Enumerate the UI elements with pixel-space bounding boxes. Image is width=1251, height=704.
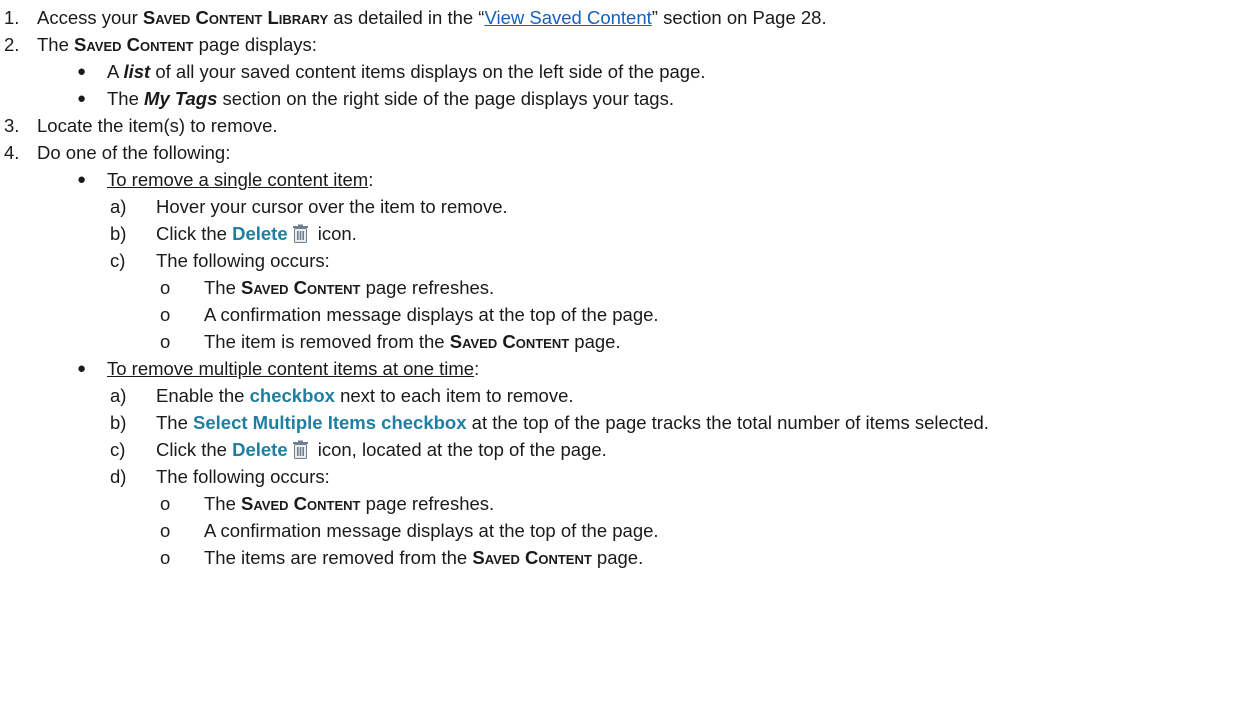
bullet-icon: ● <box>77 63 87 80</box>
trash-icon <box>292 439 309 466</box>
o-bullet-icon: o <box>160 520 171 541</box>
term-saved-content-library: Saved Content Library <box>142 7 329 28</box>
bullet-icon: ● <box>77 171 87 188</box>
step-number: 3. <box>4 115 20 136</box>
o-bullet-icon: o <box>160 547 171 568</box>
step-number: 2. <box>4 34 20 55</box>
substep-label: c) <box>110 439 126 460</box>
bullet-icon: ● <box>77 90 87 107</box>
step-text: Do one of the following: <box>37 142 231 163</box>
substep-label: a) <box>110 385 127 406</box>
substep-label: d) <box>110 466 127 487</box>
bullet-text: A list of all your saved content items d… <box>107 61 706 82</box>
substep-label: b) <box>110 412 127 433</box>
step-number: 4. <box>4 142 20 163</box>
delete-term: Delete <box>232 439 288 460</box>
bullet-text: The My Tags section on the right side of… <box>107 88 674 109</box>
bullet-icon: ● <box>77 360 87 377</box>
view-saved-content-link[interactable]: View Saved Content <box>484 7 651 28</box>
o-bullet-icon: o <box>160 304 171 325</box>
term-saved-content: Saved Content <box>74 34 194 55</box>
substep-label: b) <box>110 223 127 244</box>
select-multiple-term: Select Multiple Items checkbox <box>193 412 467 433</box>
delete-term: Delete <box>232 223 288 244</box>
o-bullet-icon: o <box>160 331 171 352</box>
step-number: 1. <box>4 7 20 28</box>
substep-label: c) <box>110 250 126 271</box>
trash-icon <box>292 223 309 250</box>
o-bullet-icon: o <box>160 493 171 514</box>
substep-label: a) <box>110 196 127 217</box>
step-text: The Saved Content page displays: <box>37 34 317 55</box>
step-text: Locate the item(s) to remove. <box>37 115 278 136</box>
o-bullet-icon: o <box>160 277 171 298</box>
step-text: Access your Saved Content Library as det… <box>37 7 827 28</box>
checkbox-term: checkbox <box>249 385 335 406</box>
